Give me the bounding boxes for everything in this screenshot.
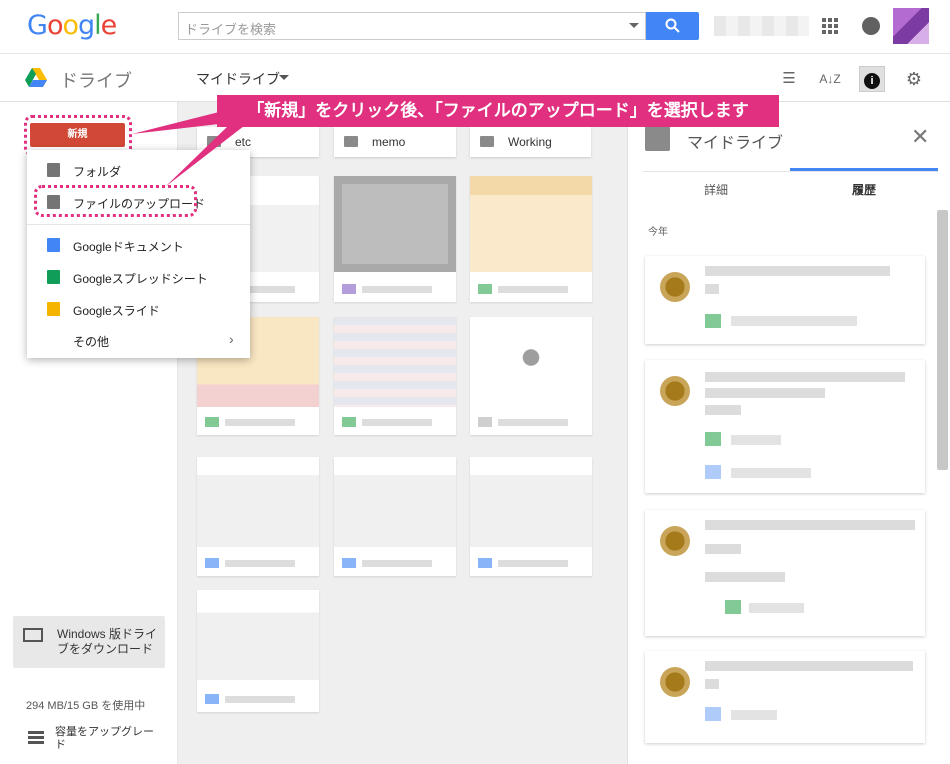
instruction-callout: 「新規」をクリック後、「ファイルのアップロード」を選択します xyxy=(217,95,779,127)
